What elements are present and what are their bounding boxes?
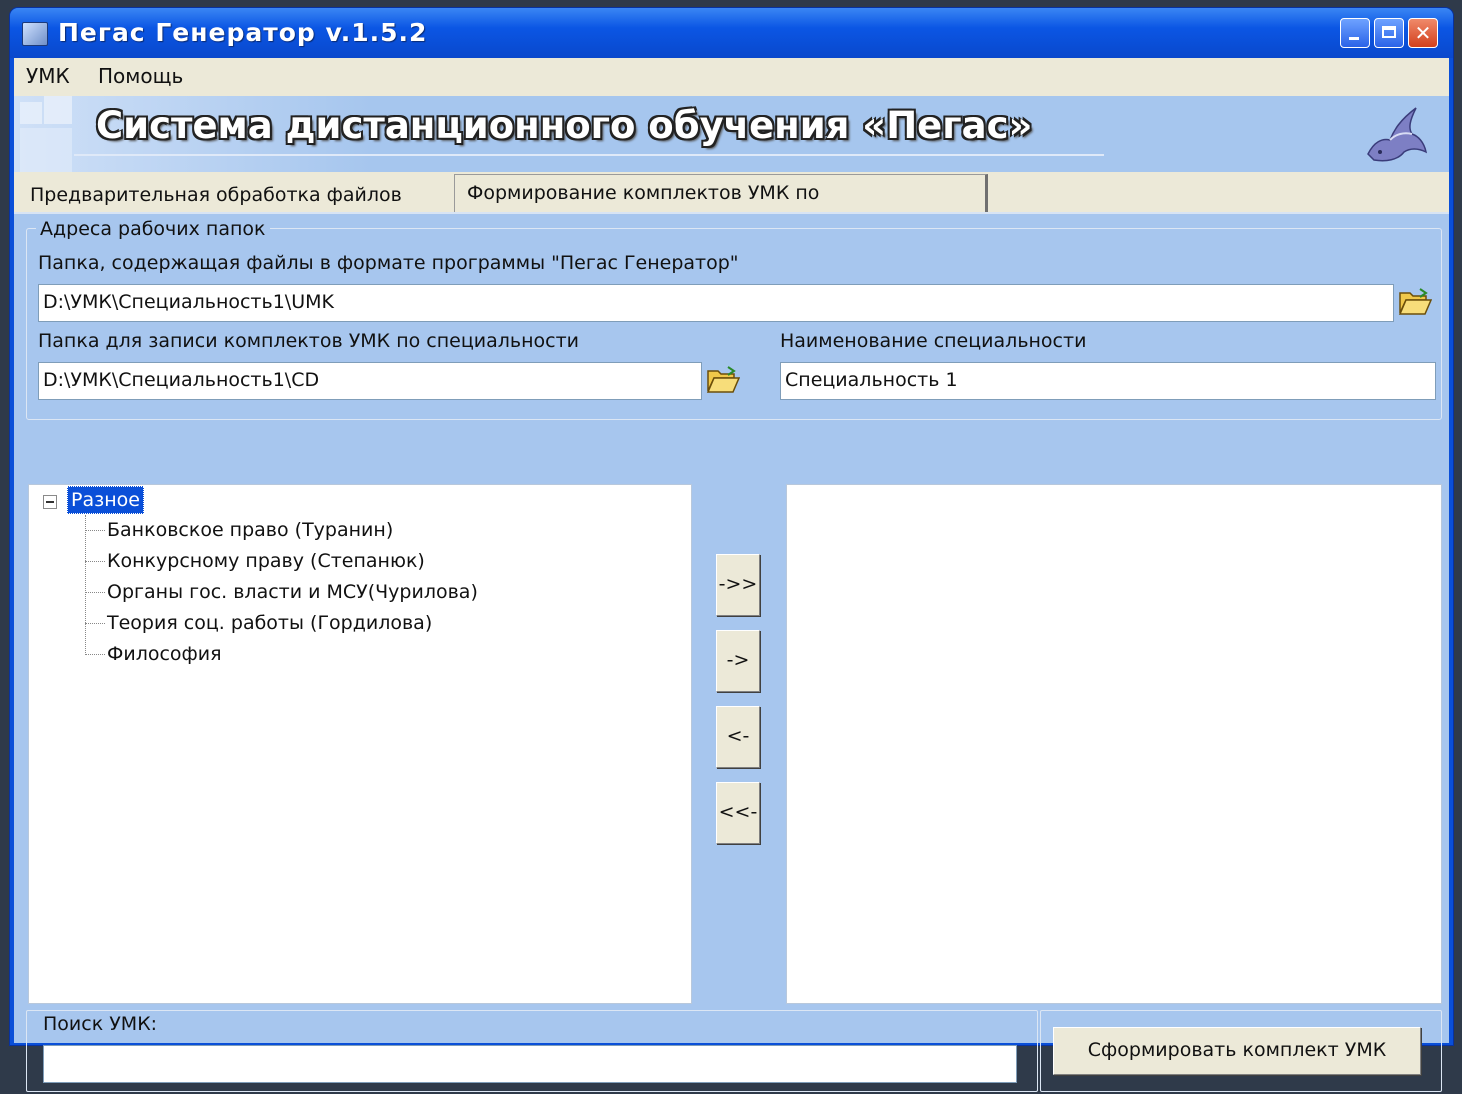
tree-item[interactable]: Банковское право (Туранин)	[85, 519, 393, 541]
menu-bar: УМК Помощь	[14, 58, 1449, 96]
tab-strip: Предварительная обработка файлов УМК Фор…	[14, 172, 1449, 240]
title-bar[interactable]: Пегас Генератор v.1.5.2 ✕	[10, 8, 1453, 58]
umk-tree[interactable]: Разное Банковское право (Туранин) Конкур…	[28, 484, 692, 1004]
maximize-button[interactable]	[1374, 18, 1404, 48]
banner-title: Система дистанционного обучения «Пегас»	[96, 104, 1033, 147]
tree-item-label: Философия	[107, 643, 222, 665]
minimize-button[interactable]	[1340, 18, 1370, 48]
app-window: Пегас Генератор v.1.5.2 ✕ УМК Помощь Сис…	[10, 8, 1453, 1092]
window-title: Пегас Генератор v.1.5.2	[58, 18, 428, 47]
search-group: Поиск УМК:	[26, 1010, 1038, 1092]
tree-item[interactable]: Органы гос. власти и МСУ(Чурилова)	[85, 581, 478, 603]
tree-item-label: Конкурсному праву (Степанюк)	[107, 550, 425, 572]
tab-preprocessing[interactable]: Предварительная обработка файлов УМК	[18, 180, 456, 236]
minimize-icon	[1349, 37, 1359, 40]
tab-panel: Адреса рабочих папок Папка, содержащая ф…	[14, 212, 1449, 1092]
specialty-label: Наименование специальности	[780, 330, 1087, 352]
client-area: УМК Помощь Система дистанционного обучен…	[14, 58, 1449, 1092]
source-folder-input[interactable]: D:\УМК\Специальность1\UMK	[38, 284, 1394, 322]
tab-build-sets[interactable]: Формирование комплектов УМК по специальн…	[454, 174, 988, 240]
banner-decoration	[20, 102, 42, 124]
action-group: Сформировать комплект УМК	[1040, 1010, 1442, 1092]
tree-item[interactable]: Конкурсному праву (Степанюк)	[85, 550, 425, 572]
tree-item-label: Теория соц. работы (Гордилова)	[107, 612, 433, 634]
source-folder-label: Папка, содержащая файлы в формате програ…	[38, 252, 739, 274]
menu-help[interactable]: Помощь	[98, 64, 183, 88]
open-folder-icon[interactable]	[706, 365, 740, 395]
folders-group-caption: Адреса рабочих папок	[36, 218, 270, 240]
collapse-icon[interactable]	[43, 495, 57, 509]
move-left-button[interactable]: <-	[716, 706, 760, 768]
move-all-right-button[interactable]: ->>	[716, 554, 760, 616]
banner-divider	[74, 154, 1104, 156]
output-folder-label: Папка для записи комплектов УМК по специ…	[38, 330, 580, 352]
search-label: Поиск УМК:	[43, 1013, 158, 1035]
tree-item[interactable]: Теория соц. работы (Гордилова)	[85, 612, 432, 634]
close-button[interactable]: ✕	[1408, 18, 1438, 48]
output-folder-input[interactable]: D:\УМК\Специальность1\CD	[38, 362, 702, 400]
tree-item[interactable]: Философия	[85, 643, 222, 665]
banner-decoration	[44, 96, 72, 124]
tree-root-node[interactable]: Разное	[67, 486, 144, 514]
desktop-background: Пегас Генератор v.1.5.2 ✕ УМК Помощь Сис…	[0, 0, 1462, 1092]
menu-umk[interactable]: УМК	[26, 64, 70, 88]
build-set-button[interactable]: Сформировать комплект УМК	[1053, 1027, 1421, 1075]
maximize-icon	[1382, 26, 1396, 38]
pegasus-logo	[1367, 107, 1428, 162]
move-all-left-button[interactable]: <<-	[716, 782, 760, 844]
specialty-input[interactable]: Специальность 1	[780, 362, 1436, 400]
banner-decoration	[20, 128, 72, 172]
header-banner: Система дистанционного обучения «Пегас»	[14, 96, 1449, 172]
selected-umk-list[interactable]	[786, 484, 1442, 1004]
app-icon	[22, 22, 48, 46]
transfer-buttons-strip: ->> -> <- <<-	[692, 484, 786, 1004]
tree-item-label: Банковское право (Туранин)	[107, 519, 394, 541]
bottom-bar: Поиск УМК: Сформировать комплект УМК	[26, 1010, 1442, 1094]
move-right-button[interactable]: ->	[716, 630, 760, 692]
close-icon: ✕	[1414, 21, 1432, 45]
tree-item-label: Органы гос. власти и МСУ(Чурилова)	[107, 581, 478, 603]
open-folder-icon[interactable]	[1398, 287, 1432, 317]
